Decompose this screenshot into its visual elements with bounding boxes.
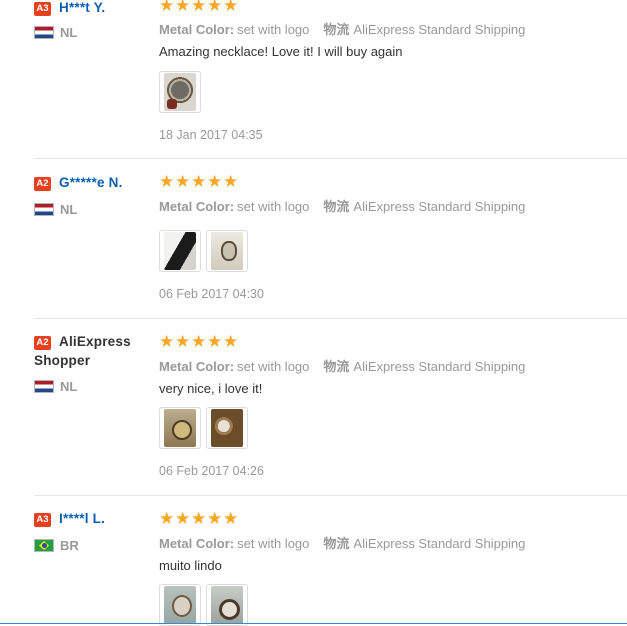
country-code: BR xyxy=(60,538,79,553)
buyer-level-badge: A2 xyxy=(34,177,51,191)
review-photos xyxy=(159,584,248,626)
reviewer-name[interactable]: A2 G*****e N. xyxy=(34,173,164,192)
shipping-method: AliExpress Standard Shipping xyxy=(353,22,526,37)
reviewer-name-text: AliExpress xyxy=(59,334,131,349)
star-icon: ★ xyxy=(223,509,239,528)
buyer-level-badge: A3 xyxy=(34,513,51,527)
brazil-flag-icon xyxy=(34,539,54,552)
netherlands-flag-icon xyxy=(34,26,54,39)
review-item: A3 H***t Y. NL ★ ★ ★ ★ ★ Metal Color: set with… xyxy=(34,0,627,159)
star-icon: ★ xyxy=(207,509,223,528)
star-rating: ★ ★ ★ ★ ★ xyxy=(159,332,239,351)
star-icon: ★ xyxy=(207,332,223,351)
property-value: set with logo xyxy=(237,22,310,37)
review-photo-thumbnail[interactable] xyxy=(206,230,248,272)
review-photos xyxy=(159,230,248,272)
shipping-method: AliExpress Standard Shipping xyxy=(353,359,526,374)
star-rating: ★ ★ ★ ★ ★ xyxy=(159,509,239,528)
necklace-photo xyxy=(164,409,196,447)
star-icon: ★ xyxy=(175,0,191,15)
buyer-level-badge: A2 xyxy=(34,336,51,350)
star-rating: ★ ★ ★ ★ ★ xyxy=(159,172,239,191)
review-photo-thumbnail[interactable] xyxy=(206,407,248,449)
necklace-photo xyxy=(211,409,243,447)
star-icon: ★ xyxy=(223,332,239,351)
reviewer-name[interactable]: A3 H***t Y. xyxy=(34,0,164,17)
property-label: Metal Color: xyxy=(159,199,235,214)
reviewer-country: NL xyxy=(34,25,77,40)
country-code: NL xyxy=(60,379,78,394)
star-icon: ★ xyxy=(207,172,223,191)
netherlands-flag-icon xyxy=(34,380,54,393)
star-icon: ★ xyxy=(159,0,175,15)
necklace-photo xyxy=(211,232,243,270)
order-properties: Metal Color: set with logo 物流 AliExpress St… xyxy=(159,356,525,375)
review-photo-thumbnail[interactable] xyxy=(206,584,248,626)
star-icon: ★ xyxy=(223,0,239,15)
review-photo-thumbnail[interactable] xyxy=(159,71,201,113)
review-item: A3 I****l L. BR ★ ★ ★ ★ ★ Metal Color: set wit… xyxy=(34,496,627,626)
buyer-level-badge: A3 xyxy=(34,2,51,16)
review-date: 06 Feb 2017 04:26 xyxy=(159,464,264,478)
star-icon: ★ xyxy=(159,332,175,351)
reviewer-name[interactable]: A2 AliExpress xyxy=(34,332,164,351)
property-label: Metal Color: xyxy=(159,359,235,374)
review-photo-thumbnail[interactable] xyxy=(159,407,201,449)
review-photos xyxy=(159,407,248,449)
review-item: A2 G*****e N. NL ★ ★ ★ ★ ★ Metal Color: set wi… xyxy=(34,159,627,319)
reviewer-name-text: H***t Y. xyxy=(59,0,106,15)
shipping-method: AliExpress Standard Shipping xyxy=(353,536,526,551)
reviewer-country: BR xyxy=(34,538,79,553)
property-value: set with logo xyxy=(237,359,310,374)
necklace-photo xyxy=(164,232,196,270)
order-properties: Metal Color: set with logo 物流 AliExpress St… xyxy=(159,533,525,552)
property-label: Metal Color: xyxy=(159,22,235,37)
bottom-border xyxy=(0,623,627,624)
star-icon: ★ xyxy=(191,0,207,15)
reviewer-name-text: I****l L. xyxy=(59,511,106,526)
review-date: 06 Feb 2017 04:30 xyxy=(159,287,264,301)
star-rating: ★ ★ ★ ★ ★ xyxy=(159,0,239,15)
review-photo-thumbnail[interactable] xyxy=(159,230,201,272)
shipping-method: AliExpress Standard Shipping xyxy=(353,199,526,214)
review-date: 18 Jan 2017 04:35 xyxy=(159,128,263,142)
star-icon: ★ xyxy=(191,509,207,528)
star-icon: ★ xyxy=(207,0,223,15)
property-label: Metal Color: xyxy=(159,536,235,551)
reviewer-name-text: G*****e N. xyxy=(59,175,123,190)
country-code: NL xyxy=(60,202,78,217)
review-photo-thumbnail[interactable] xyxy=(159,584,201,626)
necklace-photo xyxy=(164,73,196,111)
property-value: set with logo xyxy=(237,199,310,214)
netherlands-flag-icon xyxy=(34,203,54,216)
country-code: NL xyxy=(60,25,78,40)
review-photos xyxy=(159,71,201,113)
reviewer-name-line-2: Shopper xyxy=(34,353,91,368)
necklace-photo xyxy=(164,586,196,624)
star-icon: ★ xyxy=(159,172,175,191)
logistics-label: 物流 xyxy=(323,359,350,374)
review-text: Amazing necklace! Love it! I will buy ag… xyxy=(159,44,403,59)
logistics-label: 物流 xyxy=(323,536,350,551)
star-icon: ★ xyxy=(175,172,191,191)
reviewer-country: NL xyxy=(34,202,77,217)
star-icon: ★ xyxy=(175,509,191,528)
star-icon: ★ xyxy=(191,172,207,191)
reviewer-country: NL xyxy=(34,379,77,394)
star-icon: ★ xyxy=(175,332,191,351)
order-properties: Metal Color: set with logo 物流 AliExpress St… xyxy=(159,196,525,215)
review-text: muito lindo xyxy=(159,558,222,573)
order-properties: Metal Color: set with logo 物流 AliExpress St… xyxy=(159,19,525,38)
necklace-photo xyxy=(211,586,243,624)
star-icon: ★ xyxy=(191,332,207,351)
logistics-label: 物流 xyxy=(323,199,350,214)
logistics-label: 物流 xyxy=(323,22,350,37)
review-feed: A3 H***t Y. NL ★ ★ ★ ★ ★ Metal Color: set with… xyxy=(0,0,627,626)
review-text: very nice, i love it! xyxy=(159,381,263,396)
star-icon: ★ xyxy=(223,172,239,191)
review-item: A2 AliExpress Shopper NL ★ ★ ★ ★ ★ Metal Colo… xyxy=(34,319,627,496)
property-value: set with logo xyxy=(237,536,310,551)
reviewer-name[interactable]: A3 I****l L. xyxy=(34,509,164,528)
star-icon: ★ xyxy=(159,509,175,528)
